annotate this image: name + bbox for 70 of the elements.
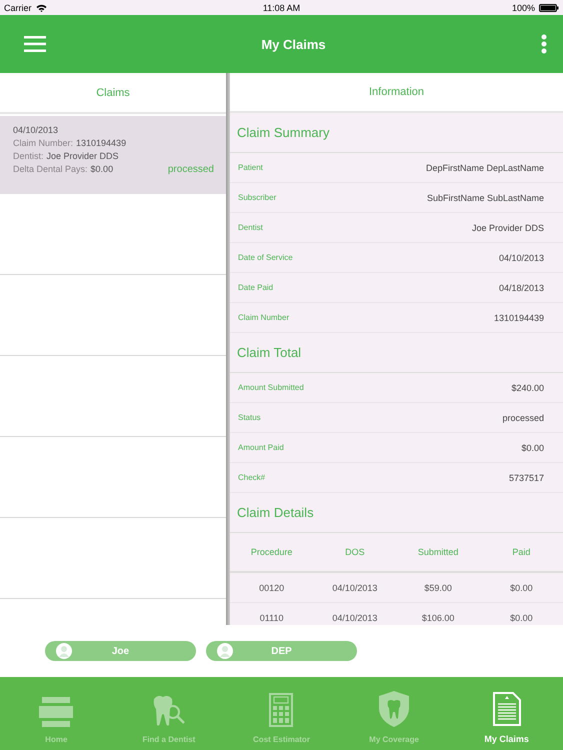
column-header: Procedure [250,547,292,557]
member-chip[interactable]: DEP [206,641,357,661]
member-chip[interactable]: Joe [45,641,196,661]
table-cell: 04/10/2013 [332,582,378,592]
field-value: 1310194439 [494,312,544,322]
field-label: Delta Dental Pays: [13,164,88,175]
field-label: Amount Paid [238,443,284,452]
column-header: Submitted [418,547,458,557]
app-title: My Claims [261,36,326,52]
shield-tooth-icon [378,691,410,727]
field-label: Dentist: [13,151,44,161]
tab[interactable]: Home [0,677,113,750]
table-cell: 00120 [259,582,284,592]
column-header: Paid [512,547,530,557]
battery-percent: 100% [512,2,535,12]
battery-icon [539,4,559,12]
pane-title: Information [368,86,424,98]
field-label: Claim Number: [13,138,74,148]
field-label: Dentist [238,223,263,232]
field-value: 5737517 [508,472,544,482]
dentist-name: Joe Provider DDS [46,151,119,161]
field-value: $0.00 [521,442,544,452]
table-cell: $0.00 [510,612,533,622]
calculator-icon [269,693,294,727]
table-cell: $106.00 [422,612,454,622]
table-cell: 01110 [260,612,284,622]
field-label: Amount Submitted [238,383,304,392]
field-label: Check# [238,473,266,482]
table-cell: $0.00 [510,582,533,592]
more-button[interactable] [539,32,549,56]
table-cell: 04/10/2013 [332,612,378,622]
field-value: 04/10/2013 [498,252,544,262]
claim-number: 1310194439 [76,138,126,148]
field-label: Status [238,413,261,422]
more-icon [541,34,547,54]
field-label: Date of Service [238,253,293,262]
field-value: SubFirstName SubLastName [426,192,544,202]
carrier-name: Carrier [4,2,32,12]
column-header: DOS [345,547,365,557]
field-value: $240.00 [511,382,544,392]
document-icon [492,692,521,726]
field-value: DepFirstName DepLastName [426,162,544,172]
tab[interactable]: My Claims [450,677,563,750]
table-cell: $59.00 [424,582,452,592]
field-value: processed [502,412,544,422]
field-value: 04/18/2013 [498,282,544,292]
section-heading: Claim Details [237,505,314,520]
claim-item[interactable]: 04/10/2013 Claim Number: 1310194439 Dentist: Joe Provider DDS Delta Dental Pays: $0.00 processed [0,116,226,194]
section-heading: Claim Summary [237,125,330,140]
field-label: Subscriber [238,193,276,202]
field-value: Joe Provider DDS [472,222,544,232]
menu-button[interactable] [22,34,48,54]
tab[interactable]: Cost Estimator [225,677,338,750]
claim-date: 04/10/2013 [13,125,60,135]
field-label: Date Paid [238,283,274,292]
status-time: 11:08 AM [262,2,300,12]
payment-amount: $0.00 [90,164,114,175]
avatar-icon [56,643,72,659]
section-heading: Claim Total [237,345,302,360]
avatar-icon [217,643,233,659]
tooth-magnifier-icon [152,695,186,727]
field-label: Patient [238,163,263,172]
menu-icon [24,36,46,52]
pane-title: Claims [96,86,130,98]
claim-status: processed [168,164,214,175]
stacked-bars-icon [39,697,74,727]
wifi-icon [36,4,47,12]
tab[interactable]: Find a Dentist [112,677,226,750]
tab[interactable]: My Coverage [338,677,450,750]
field-label: Claim Number [238,313,290,322]
